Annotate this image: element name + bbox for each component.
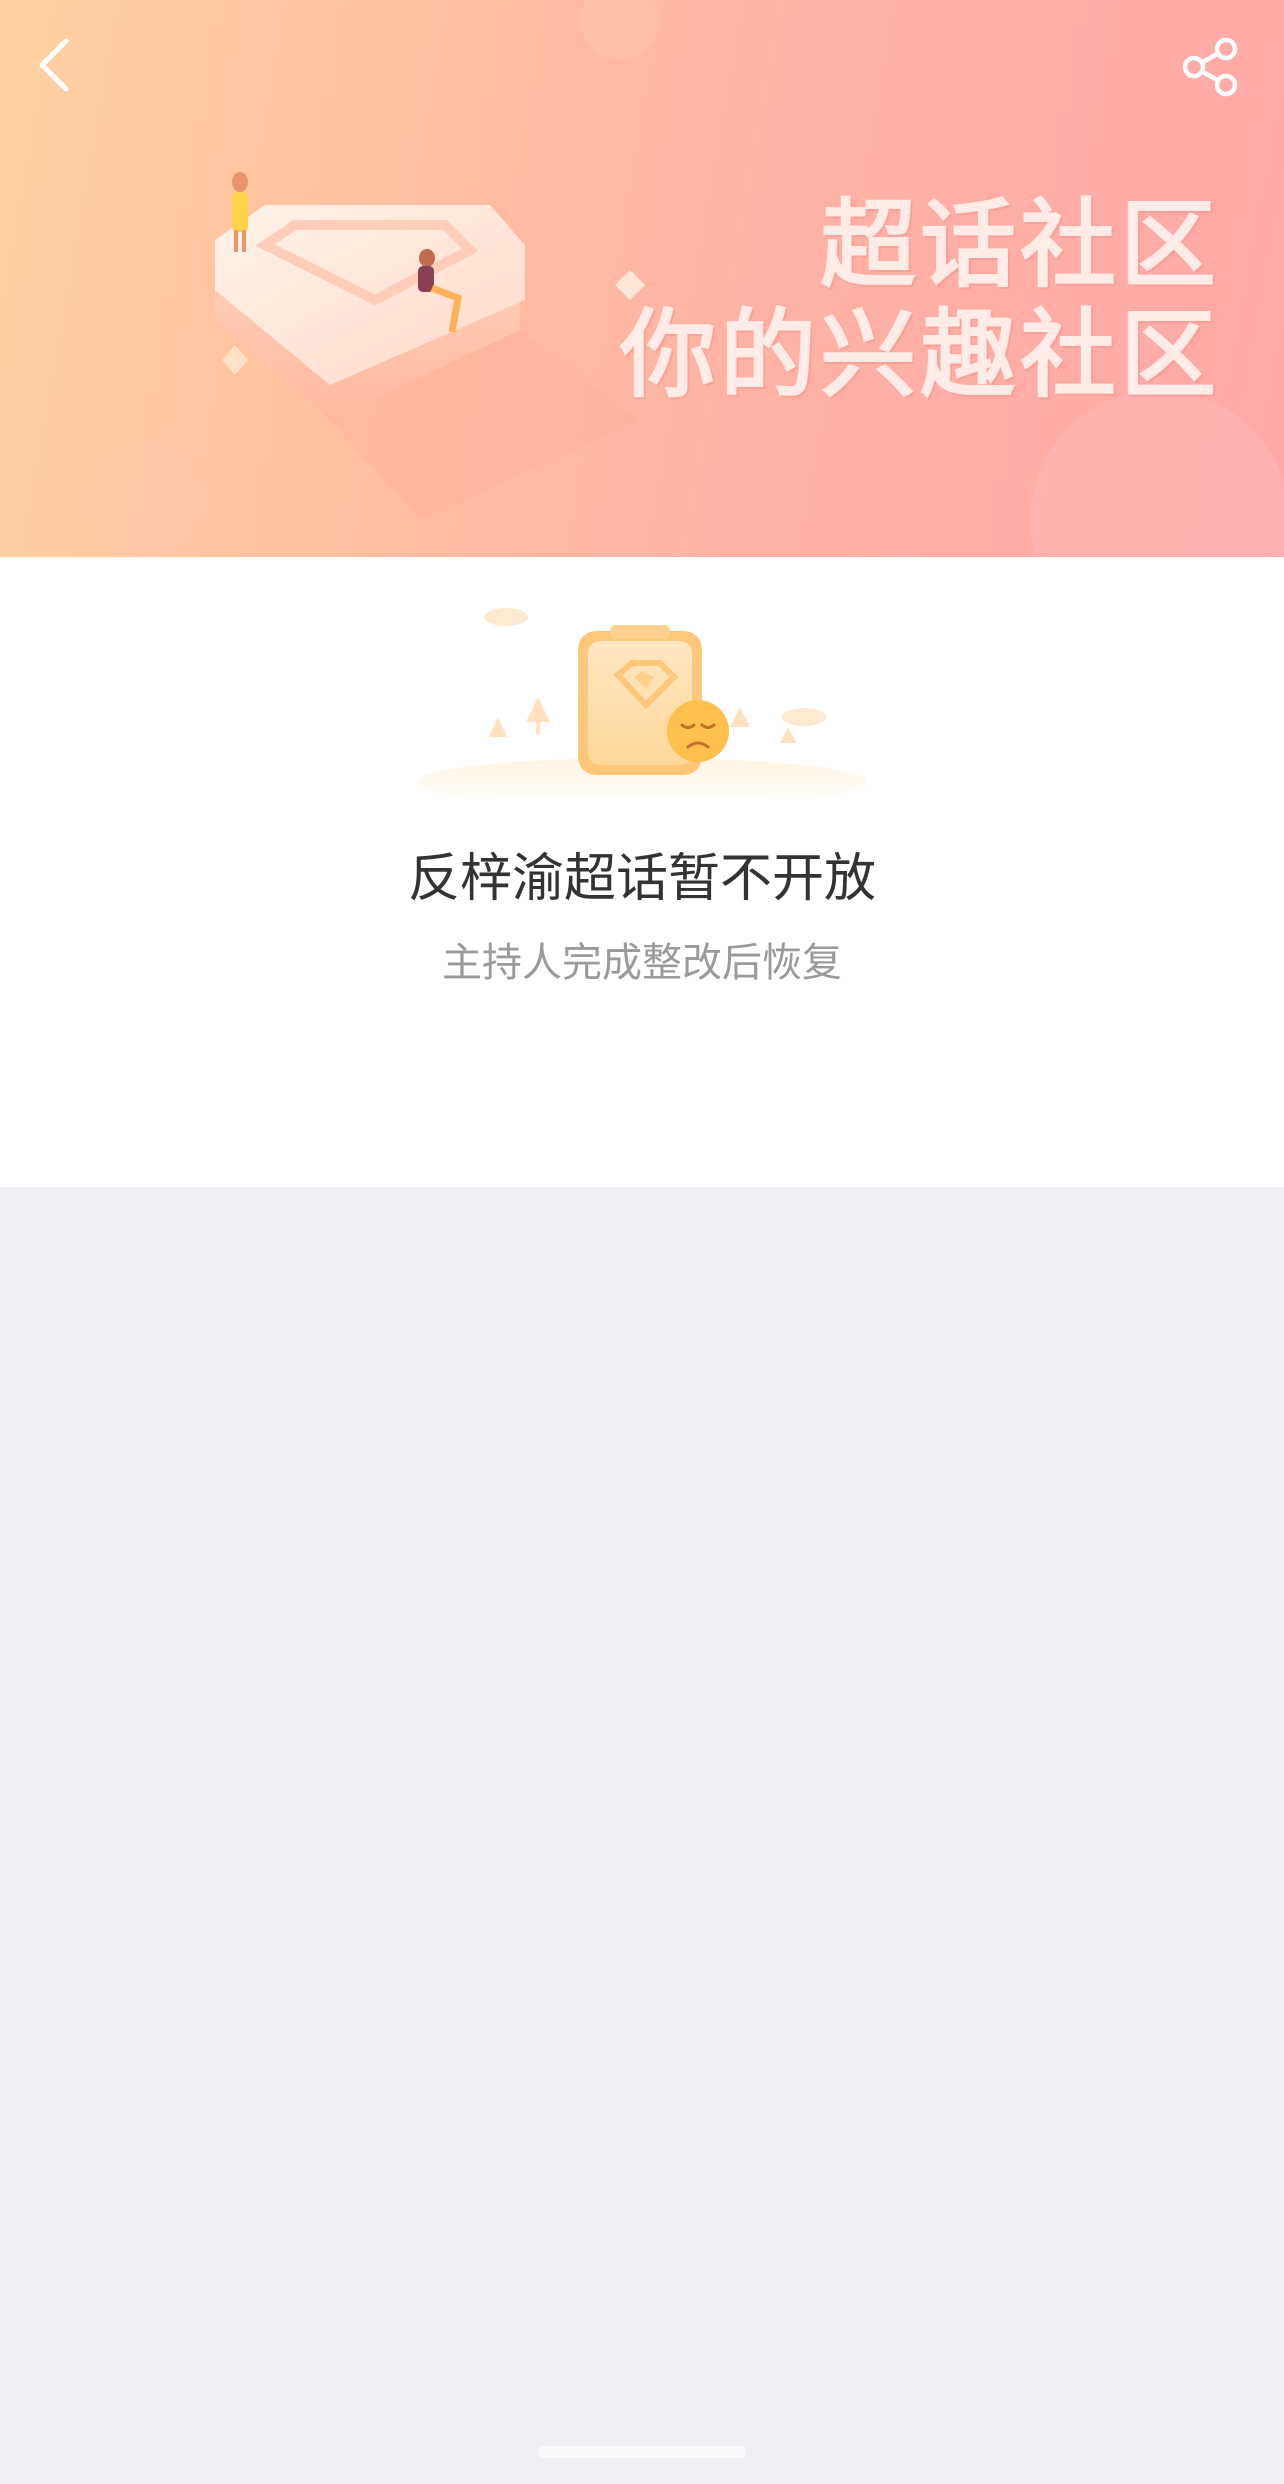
home-indicator [538,2446,746,2458]
closed-supertopic-clipboard-icon [417,608,867,797]
notice-subtitle: 主持人完成整改后恢复 [442,940,842,986]
back-button[interactable] [24,30,84,100]
banner-slogan: 超话社区 你的兴趣社区 [620,190,1220,410]
header-banner: 超话社区 你的兴趣社区 [0,0,1284,557]
notice-title: 反梓渝超话暂不开放 [407,849,876,909]
closed-notice-card: 反梓渝超话暂不开放 主持人完成整改后恢复 [0,557,1284,1187]
banner-slogan-line2: 你的兴趣社区 [620,299,1220,411]
share-icon [1182,37,1238,97]
chevron-left-icon [39,38,69,92]
share-button[interactable] [1176,32,1246,102]
supertopic-page: 超话社区 你的兴趣社区 反梓渝超话暂不开放 主持人完成整改后恢复 [0,0,1284,2484]
banner-slogan-line1: 超话社区 [820,189,1220,301]
